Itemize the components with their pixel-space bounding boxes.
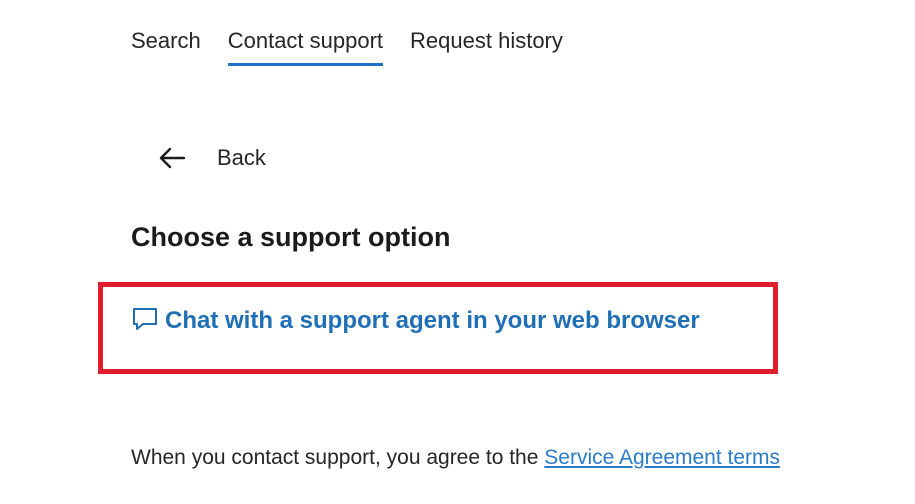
back-button[interactable]: Back — [157, 143, 266, 173]
chat-bubble-icon — [131, 305, 159, 333]
page-title: Choose a support option — [131, 222, 451, 252]
agreement-text: When you contact support, you agree to t… — [131, 446, 545, 469]
tab-contact-support[interactable]: Contact support — [227, 28, 384, 66]
arrow-left-icon — [157, 143, 187, 173]
chat-with-agent-link[interactable]: Chat with a support agent in your web br… — [131, 307, 700, 335]
support-tabs: Search Contact support Request history — [131, 28, 563, 66]
service-agreement-link[interactable]: Service Agreement terms — [544, 446, 780, 469]
back-label: Back — [217, 145, 266, 170]
service-agreement-notice: When you contact support, you agree to t… — [131, 446, 780, 470]
chat-option-label: Chat with a support agent in your web br… — [165, 307, 700, 334]
tab-request-history[interactable]: Request history — [410, 28, 563, 66]
tab-search[interactable]: Search — [131, 28, 201, 66]
